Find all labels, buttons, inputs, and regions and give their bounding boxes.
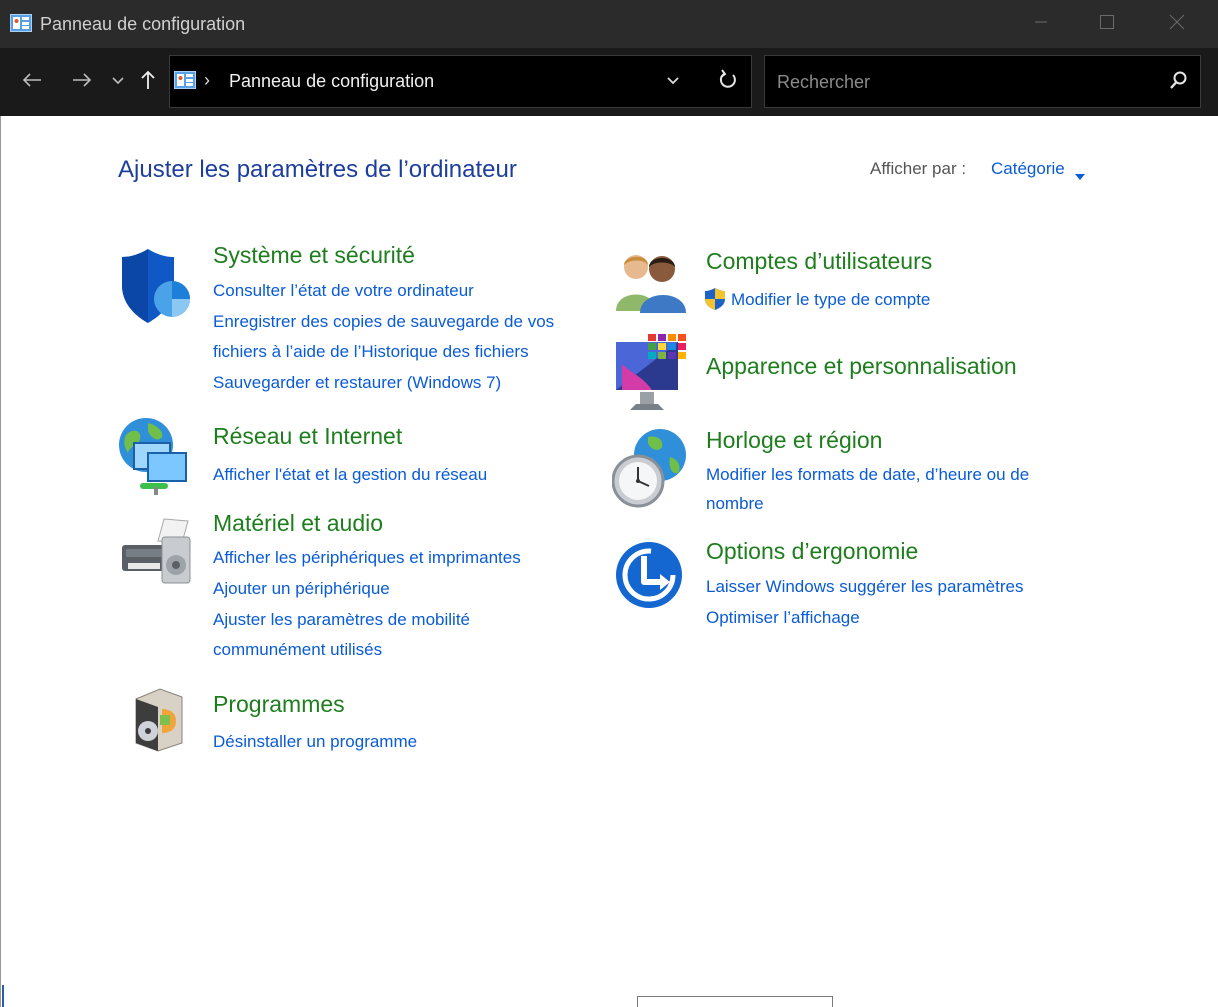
- category-system-security[interactable]: Système et sécurité: [213, 242, 415, 269]
- edge-marker: [2, 985, 4, 1007]
- view-by-dropdown[interactable]: Catégorie: [991, 159, 1065, 179]
- control-panel-icon: [10, 14, 32, 37]
- page-title: Ajuster les paramètres de l’ordinateur: [118, 156, 517, 183]
- up-button[interactable]: [134, 68, 162, 96]
- window-left-border: [0, 116, 1, 1007]
- address-history-button[interactable]: [666, 73, 680, 91]
- link-date-time-formats-line2[interactable]: nombre: [706, 494, 764, 514]
- close-button[interactable]: [1154, 0, 1200, 48]
- close-icon: [1169, 14, 1185, 35]
- link-file-history-backup-line2[interactable]: fichiers à l’aide de l’Historique des fi…: [213, 342, 529, 362]
- link-add-device[interactable]: Ajouter un périphérique: [213, 579, 390, 599]
- caret-down-icon[interactable]: [1075, 167, 1085, 185]
- title-bar: Panneau de configuration: [0, 0, 1218, 48]
- category-user-accounts[interactable]: Comptes d’utilisateurs: [706, 248, 932, 275]
- forward-button[interactable]: [68, 68, 96, 96]
- link-optimize-display[interactable]: Optimiser l’affichage: [706, 608, 860, 628]
- appearance-monitor-icon[interactable]: [612, 334, 688, 419]
- programs-icon[interactable]: [130, 687, 184, 758]
- refresh-button[interactable]: [718, 69, 738, 96]
- category-network-internet[interactable]: Réseau et Internet: [213, 423, 402, 450]
- minimize-icon: [1034, 15, 1048, 34]
- category-programs[interactable]: Programmes: [213, 691, 345, 718]
- forward-arrow-icon: [72, 72, 92, 93]
- recent-locations-button[interactable]: [104, 68, 132, 96]
- breadcrumb-separator-icon: ›: [204, 70, 210, 90]
- network-globe-icon[interactable]: [118, 417, 194, 502]
- view-by-label: Afficher par :: [870, 159, 967, 178]
- link-network-status[interactable]: Afficher l'état et la gestion du réseau: [213, 465, 487, 485]
- navigation-bar: › Panneau de configuration Rechercher: [0, 48, 1218, 116]
- horizontal-scrollbar-thumb[interactable]: [637, 996, 833, 1007]
- link-uninstall-program[interactable]: Désinstaller un programme: [213, 732, 417, 752]
- category-ease-of-access[interactable]: Options d’ergonomie: [706, 538, 918, 565]
- breadcrumb-item[interactable]: Panneau de configuration: [229, 71, 434, 92]
- uac-shield-icon: [704, 287, 726, 316]
- link-file-history-backup[interactable]: Enregistrer des copies de sauvegarde de …: [213, 312, 554, 332]
- user-accounts-icon[interactable]: [614, 249, 688, 318]
- window-title: Panneau de configuration: [40, 14, 246, 34]
- search-box[interactable]: Rechercher: [764, 55, 1201, 108]
- up-arrow-icon: [140, 70, 156, 95]
- link-suggest-settings[interactable]: Laisser Windows suggérer les paramètres: [706, 577, 1023, 597]
- control-panel-icon: [174, 71, 196, 94]
- ease-of-access-icon[interactable]: [614, 540, 684, 615]
- search-icon[interactable]: [1169, 70, 1189, 95]
- link-mobility-settings-line2[interactable]: communément utilisés: [213, 640, 382, 660]
- category-hardware-sound[interactable]: Matériel et audio: [213, 510, 383, 537]
- minimize-button[interactable]: [1018, 0, 1064, 48]
- printer-icon[interactable]: [118, 515, 194, 592]
- link-backup-restore[interactable]: Sauvegarder et restaurer (Windows 7): [213, 373, 501, 393]
- clock-globe-icon[interactable]: [611, 427, 688, 516]
- shield-icon[interactable]: [120, 247, 192, 330]
- link-devices-printers[interactable]: Afficher les périphériques et imprimante…: [213, 548, 521, 568]
- link-date-time-formats[interactable]: Modifier les formats de date, d’heure ou…: [706, 465, 1029, 485]
- search-input[interactable]: Rechercher: [777, 72, 870, 93]
- address-bar[interactable]: › Panneau de configuration: [169, 55, 752, 108]
- category-clock-region[interactable]: Horloge et région: [706, 427, 882, 454]
- link-mobility-settings[interactable]: Ajuster les paramètres de mobilité: [213, 610, 470, 630]
- back-button[interactable]: [18, 68, 46, 96]
- link-view-computer-status[interactable]: Consulter l’état de votre ordinateur: [213, 281, 474, 301]
- back-arrow-icon: [22, 72, 42, 93]
- maximize-icon: [1099, 14, 1115, 35]
- maximize-button[interactable]: [1084, 0, 1130, 48]
- chevron-down-icon: [111, 73, 125, 91]
- category-appearance-personalization[interactable]: Apparence et personnalisation: [706, 353, 1017, 380]
- link-change-account-type[interactable]: Modifier le type de compte: [731, 290, 930, 310]
